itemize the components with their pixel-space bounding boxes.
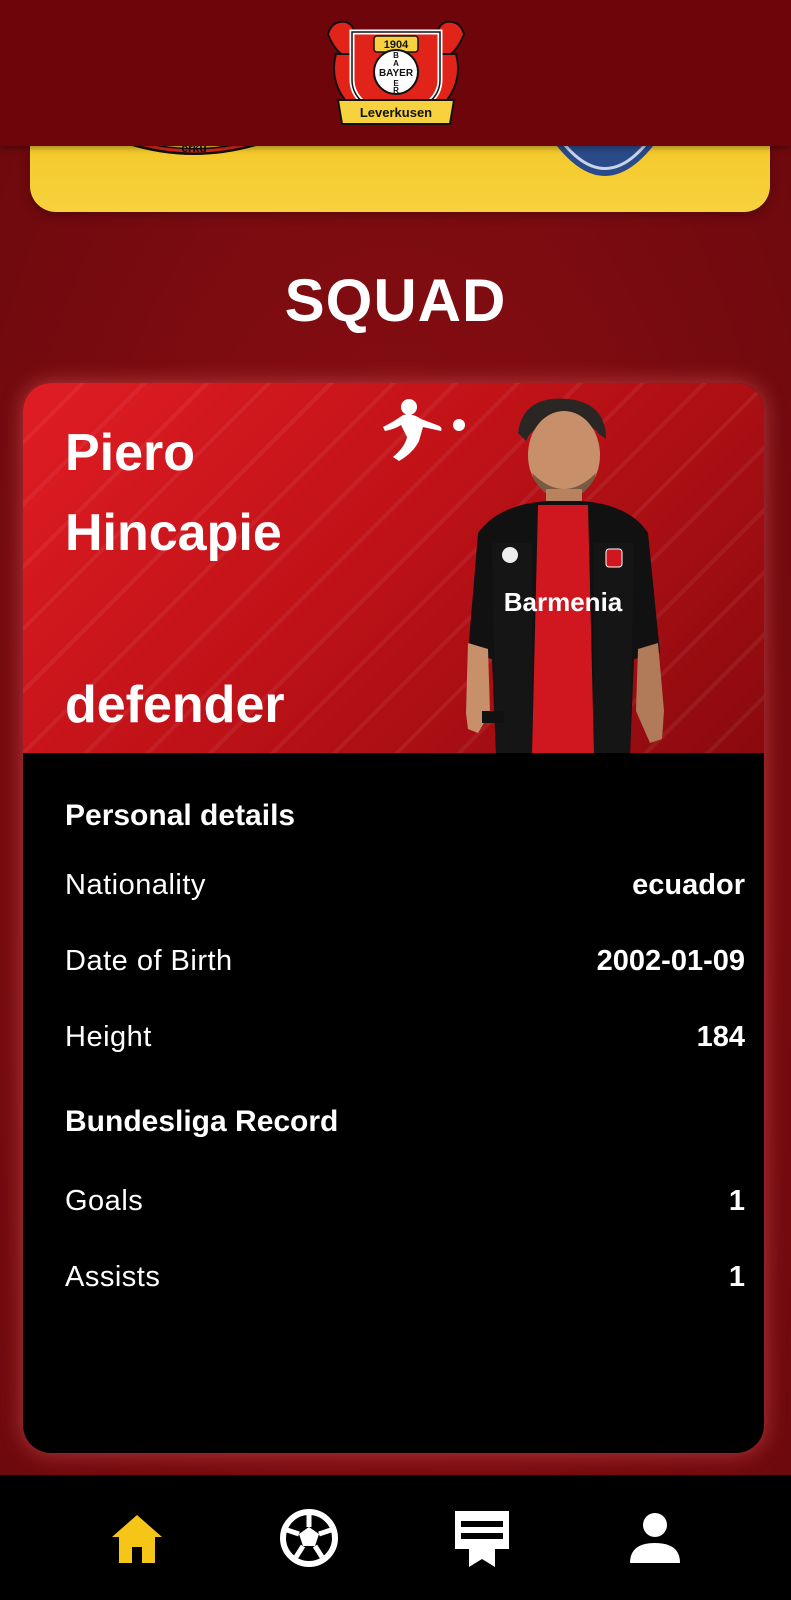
player-details: Personal details Nationality ecuador Dat… (23, 753, 764, 1453)
bottom-navigation (0, 1475, 791, 1600)
home-icon (112, 1515, 162, 1563)
detail-row-goals: Goals 1 (65, 1181, 745, 1221)
detail-value: 2002-01-09 (596, 944, 745, 977)
record-value: 1 (728, 1260, 745, 1293)
detail-row-assists: Assists 1 (65, 1257, 745, 1297)
scoreboard-icon (455, 1511, 509, 1567)
player-photo: Barmenia (466, 398, 664, 753)
nav-matches[interactable] (274, 1503, 344, 1573)
shirt-sponsor: Barmenia (504, 587, 623, 617)
svg-text:A: A (393, 59, 399, 68)
detail-row-date-of-birth: Date of Birth 2002-01-09 (65, 941, 745, 981)
page-title: SQUAD (284, 267, 507, 334)
detail-label: Height (65, 1020, 152, 1053)
record-label: Goals (65, 1184, 144, 1217)
football-icon (280, 1509, 338, 1567)
detail-label: Nationality (65, 868, 206, 901)
app-header: 1904 BAYER B A E R Leverkusen (0, 0, 791, 146)
player-position: defender (65, 676, 285, 734)
svg-text:R: R (393, 86, 399, 95)
club-logo[interactable]: 1904 BAYER B A E R Leverkusen (322, 14, 470, 134)
detail-value: 184 (696, 1020, 745, 1053)
bundesliga-record-heading: Bundesliga Record (65, 1105, 339, 1138)
player-card[interactable]: Piero Hincapie Barmenia defender Persona… (23, 383, 764, 1453)
player-name: Piero Hincapie (65, 424, 282, 562)
detail-label: Date of Birth (65, 944, 233, 977)
player-card-hero: Piero Hincapie Barmenia defender (23, 383, 764, 753)
profile-icon (630, 1513, 680, 1563)
record-value: 1 (728, 1184, 745, 1217)
detail-value: ecuador (632, 868, 745, 901)
detail-row-nationality: Nationality ecuador (65, 865, 745, 905)
logo-wordmark: BAYER (379, 68, 414, 79)
personal-details-heading: Personal details (65, 799, 296, 832)
detail-row-height: Height 184 (65, 1017, 745, 1057)
nav-home[interactable] (102, 1503, 172, 1573)
nav-standings[interactable] (447, 1503, 517, 1573)
nav-profile[interactable] (620, 1503, 690, 1573)
logo-name: Leverkusen (360, 105, 432, 120)
record-label: Assists (65, 1260, 161, 1293)
